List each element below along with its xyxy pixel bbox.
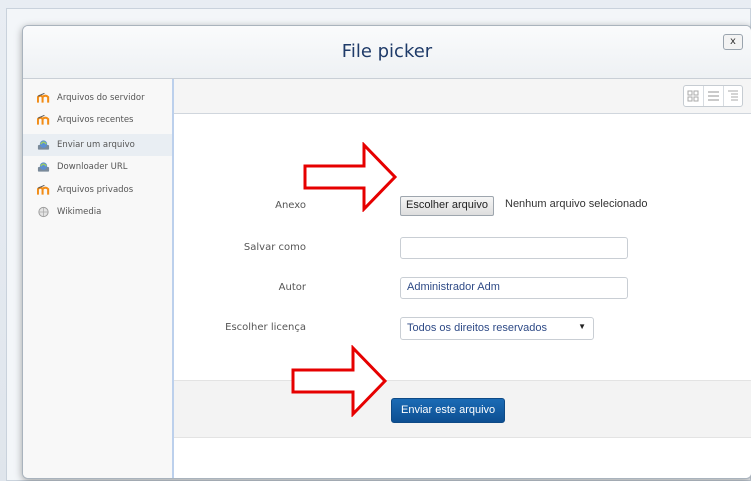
tree-view-button[interactable] [724,86,743,106]
icons-view-button[interactable] [684,86,704,106]
annotation-arrow-icon [291,345,388,417]
close-button[interactable]: x [723,34,743,50]
author-label: Autor [278,282,306,293]
moodle-icon [37,184,50,195]
save-as-label: Salvar como [243,242,306,253]
sidebar-item-label: Arquivos recentes [57,115,134,125]
license-row: Escolher licença Todos os direitos reser… [174,315,751,341]
attachment-row: Anexo Escolher arquivo Nenhum arquivo se… [174,193,751,219]
author-input[interactable]: Administrador Adm [400,277,628,299]
license-selected-value: Todos os direitos reservados [407,322,548,334]
dropdown-arrow-icon: ▼ [578,322,586,331]
upload-icon [37,162,50,172]
no-file-status: Nenhum arquivo selecionado [505,198,648,210]
list-view-icon [708,91,719,101]
globe-icon [38,206,49,218]
icons-view-icon [687,90,699,102]
moodle-icon [37,92,50,103]
upload-icon [37,140,50,150]
save-as-input[interactable] [400,237,628,259]
moodle-icon [37,114,50,125]
sidebar-item-label: Wikimedia [57,207,102,217]
sidebar-item-label: Arquivos do servidor [57,93,145,103]
author-row: Autor Administrador Adm [174,275,751,301]
sidebar-item-enviar-um-arquivo[interactable]: Enviar um arquivo [23,134,172,156]
license-select[interactable]: Todos os direitos reservados ▼ [400,317,594,340]
dialog-header: File picker x [23,26,751,79]
upload-panel: Anexo Escolher arquivo Nenhum arquivo se… [173,79,751,478]
action-bar: Enviar este arquivo [174,380,751,438]
sidebar-item-wikimedia[interactable]: Wikimedia [23,201,172,223]
sidebar-item-arquivos-do-servidor[interactable]: Arquivos do servidor [23,87,172,109]
sidebar-item-label: Enviar um arquivo [57,140,135,150]
license-label: Escolher licença [225,322,306,333]
list-view-button[interactable] [704,86,724,106]
tree-view-icon [728,90,738,101]
dialog-title: File picker [341,41,433,62]
choose-file-button[interactable]: Escolher arquivo [400,196,494,216]
sidebar-item-downloader-url[interactable]: Downloader URL [23,156,172,178]
sidebar-item-arquivos-privados[interactable]: Arquivos privados [23,179,172,201]
attachment-label: Anexo [275,200,306,211]
sidebar-item-label: Downloader URL [57,162,128,172]
sidebar-item-arquivos-recentes[interactable]: Arquivos recentes [23,109,172,131]
annotation-arrow-icon [303,142,398,212]
view-toolbar [174,79,751,114]
sidebar-item-label: Arquivos privados [57,185,134,195]
repository-sidebar: Arquivos do servidor Arquivos recentes E… [23,79,173,478]
upload-file-button[interactable]: Enviar este arquivo [391,398,506,423]
view-switcher [683,85,743,107]
save-as-row: Salvar como [174,235,751,261]
